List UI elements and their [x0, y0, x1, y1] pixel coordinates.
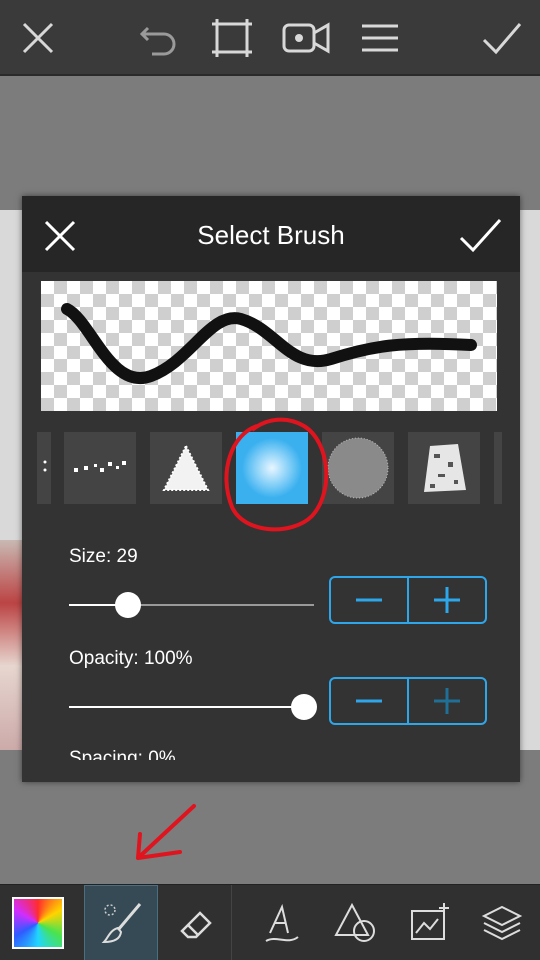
brush-tool-button[interactable]	[84, 885, 158, 960]
opacity-decrease-button[interactable]	[331, 679, 409, 723]
annotation-arrow	[136, 804, 196, 860]
dialog-title: Select Brush	[197, 220, 345, 250]
annotation-circle	[224, 417, 329, 532]
menu-icon[interactable]	[350, 10, 410, 66]
spacing-label: Spacing: 0%	[69, 748, 176, 760]
brush-dotted[interactable]	[64, 432, 136, 504]
canvas-photo-edge	[0, 540, 22, 750]
brush-icon	[101, 903, 142, 944]
eraser-icon	[179, 911, 212, 939]
color-picker-button[interactable]	[0, 885, 76, 960]
opacity-stepper[interactable]	[329, 677, 487, 725]
brush-stroke-preview	[61, 303, 477, 385]
close-icon[interactable]	[8, 10, 68, 66]
brush-grunge[interactable]	[408, 432, 480, 504]
opacity-increase-button[interactable]	[409, 679, 485, 723]
size-increase-button[interactable]	[409, 578, 485, 622]
video-record-icon[interactable]	[276, 10, 336, 66]
color-wheel-icon	[12, 897, 64, 949]
undo-icon[interactable]	[128, 10, 188, 66]
checkmark-icon[interactable]	[472, 10, 532, 66]
text-tool-button[interactable]	[252, 885, 312, 960]
shape-tool-button[interactable]	[326, 885, 386, 960]
layers-icon	[481, 905, 523, 941]
image-add-icon	[411, 903, 449, 940]
opacity-label: Opacity: 100%	[69, 648, 193, 669]
dialog-close-icon[interactable]	[40, 216, 80, 256]
size-label: Size: 29	[69, 546, 138, 567]
size-decrease-button[interactable]	[331, 578, 409, 622]
size-stepper[interactable]	[329, 576, 487, 624]
layers-tool-button[interactable]	[472, 885, 532, 960]
opacity-slider-track[interactable]	[69, 706, 304, 708]
brush-preview	[41, 281, 497, 411]
add-image-tool-button[interactable]	[400, 885, 460, 960]
brush-list[interactable]	[22, 417, 520, 532]
select-brush-dialog: Select Brush Size: 29 Opacity: 100% Spac…	[22, 196, 520, 782]
size-slider-knob[interactable]	[114, 592, 141, 618]
shape-icon	[334, 902, 375, 942]
brush-partial-right[interactable]	[494, 432, 502, 504]
text-icon	[265, 903, 299, 942]
bottom-toolbar	[0, 884, 540, 960]
opacity-slider-knob[interactable]	[291, 694, 317, 720]
crop-frame-icon[interactable]	[202, 10, 262, 66]
top-toolbar	[0, 0, 540, 76]
dialog-confirm-icon[interactable]	[458, 216, 502, 256]
brush-partial[interactable]	[37, 432, 51, 504]
eraser-tool-button[interactable]	[160, 885, 232, 960]
